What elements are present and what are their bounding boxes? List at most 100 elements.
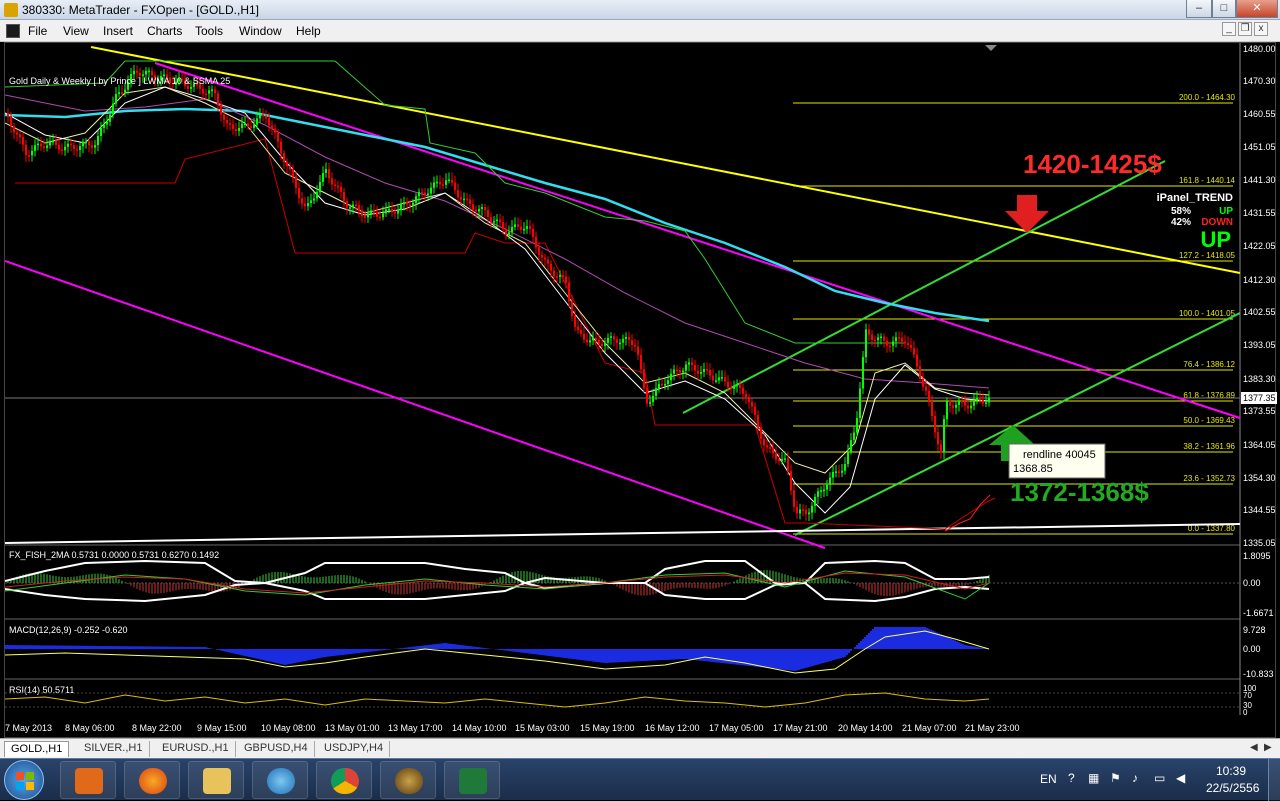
- menu-help[interactable]: Help: [296, 24, 321, 38]
- candle-body: [304, 203, 306, 207]
- menu-insert[interactable]: Insert: [103, 24, 133, 38]
- candle-body: [697, 370, 699, 374]
- candle-body: [397, 209, 399, 214]
- candle-body: [244, 123, 246, 126]
- tab-gold[interactable]: GOLD.,H1: [4, 741, 70, 757]
- candle-body: [256, 118, 258, 125]
- candle-body: [460, 197, 462, 200]
- candle-body: [961, 401, 963, 403]
- flag-icon[interactable]: ⚑: [1110, 771, 1121, 785]
- tab-silver[interactable]: SILVER.,H1: [78, 741, 150, 757]
- language-indicator[interactable]: EN: [1040, 772, 1057, 786]
- candle-body: [496, 219, 498, 222]
- candle-body: [589, 340, 591, 343]
- green-channel-upper[interactable]: [682, 160, 1166, 414]
- current-price-label: 1377.35: [1243, 393, 1276, 403]
- menu-window[interactable]: Window: [239, 24, 282, 38]
- tab-eurusd[interactable]: EURUSD.,H1: [156, 741, 236, 757]
- candle-body: [751, 402, 753, 407]
- macd-subwindow[interactable]: MACD(12,26,9) -0.252 -0.620 9.728 0.00 -…: [5, 625, 1274, 679]
- tab-gbpusd[interactable]: GBPUSD,H4: [238, 741, 315, 757]
- candle-body: [136, 70, 138, 73]
- candle-body: [868, 329, 870, 335]
- taskbar-explorer[interactable]: [188, 761, 244, 799]
- chart-window[interactable]: 200.0 - 1464.30 161.8 - 1440.14 127.2 - …: [4, 42, 1277, 739]
- chart-shift-marker[interactable]: [985, 45, 997, 51]
- taskbar-media-player[interactable]: [60, 761, 116, 799]
- chart-doc-icon[interactable]: [6, 24, 20, 38]
- candle-body: [124, 89, 126, 93]
- menu-view[interactable]: View: [63, 24, 89, 38]
- start-button[interactable]: [4, 760, 44, 800]
- candle-body: [358, 205, 360, 211]
- close-button[interactable]: ✕: [1236, 0, 1278, 18]
- excel-icon: [459, 768, 487, 794]
- speaker-icon[interactable]: ♪: [1132, 771, 1138, 785]
- candle-body: [838, 471, 840, 473]
- clock-time[interactable]: 10:39: [1216, 764, 1246, 778]
- fisher-label: FX_FISH_2MA 0.5731 0.0000 0.5731 0.6270 …: [9, 550, 219, 560]
- network-icon[interactable]: ▦: [1088, 771, 1099, 785]
- candle-body: [742, 387, 744, 394]
- taskbar-chrome[interactable]: [316, 761, 372, 799]
- candle-body: [346, 201, 348, 208]
- fib-label: 100.0 - 1401.05: [1179, 309, 1236, 318]
- candle-body: [301, 198, 303, 204]
- candle-body: [931, 401, 933, 416]
- mdi-close-button[interactable]: x: [1254, 22, 1268, 36]
- tab-scroll-left-icon[interactable]: ◀: [1250, 742, 1258, 753]
- tab-usdjpy[interactable]: USDJPY,H4: [318, 741, 391, 757]
- candle-body: [442, 184, 444, 186]
- menu-tools[interactable]: Tools: [195, 24, 223, 38]
- taskbar-excel[interactable]: [444, 761, 500, 799]
- support-annotation: 1372-1368$: [1010, 477, 1149, 507]
- battery-icon[interactable]: ▭: [1154, 771, 1165, 785]
- candle-body: [862, 357, 864, 389]
- taskbar-ie[interactable]: [252, 761, 308, 799]
- tooltip-name: rendline 40045: [1023, 449, 1096, 461]
- candle-body: [352, 204, 354, 208]
- magenta-channel-lower[interactable]: [5, 260, 826, 549]
- price-label: 1364.05: [1243, 440, 1276, 450]
- candle-body: [268, 118, 270, 126]
- rsi-subwindow[interactable]: RSI(14) 50.5711 100 70 30 0: [5, 684, 1257, 717]
- tab-scroll-right-icon[interactable]: ▶: [1264, 742, 1272, 753]
- candle-body: [388, 208, 390, 211]
- candle-body: [505, 229, 507, 235]
- maximize-button[interactable]: □: [1212, 0, 1236, 18]
- mdi-restore-button[interactable]: ❐: [1238, 22, 1252, 36]
- candle-body: [598, 340, 600, 344]
- help-icon[interactable]: ?: [1068, 771, 1075, 785]
- minimize-button[interactable]: –: [1186, 0, 1212, 18]
- taskbar-metatrader[interactable]: [380, 761, 436, 799]
- candle-body: [748, 396, 750, 403]
- time-label: 17 May 05:00: [709, 723, 764, 733]
- candle-body: [340, 186, 342, 192]
- candle-body: [385, 209, 387, 214]
- mdi-minimize-button[interactable]: _: [1222, 22, 1236, 36]
- price-label: 1335.05: [1243, 538, 1276, 548]
- taskbar-firefox[interactable]: [124, 761, 180, 799]
- candle-body: [499, 219, 501, 223]
- candle-body: [262, 114, 264, 117]
- menu-file[interactable]: File: [28, 24, 47, 38]
- candle-body: [490, 216, 492, 222]
- volume-icon[interactable]: ◀: [1176, 771, 1185, 785]
- menu-charts[interactable]: Charts: [147, 24, 182, 38]
- candle-body: [856, 417, 858, 433]
- candle-body: [151, 70, 153, 76]
- candle-body: [850, 440, 852, 452]
- candle-body: [685, 364, 687, 371]
- show-desktop-button[interactable]: [1268, 759, 1280, 801]
- candle-body: [91, 145, 93, 148]
- candle-body: [436, 181, 438, 184]
- clock-date[interactable]: 22/5/2556: [1206, 781, 1259, 795]
- metatrader-app-icon: [4, 3, 18, 17]
- candle-body: [121, 92, 123, 94]
- candle-body: [427, 193, 429, 195]
- candle-body: [547, 259, 549, 264]
- candle-body: [898, 337, 900, 339]
- price-chart[interactable]: 200.0 - 1464.30 161.8 - 1440.14 127.2 - …: [5, 43, 1277, 739]
- fisher-subwindow[interactable]: FX_FISH_2MA 0.5731 0.0000 0.5731 0.6270 …: [5, 550, 1274, 618]
- candle-body: [298, 187, 300, 199]
